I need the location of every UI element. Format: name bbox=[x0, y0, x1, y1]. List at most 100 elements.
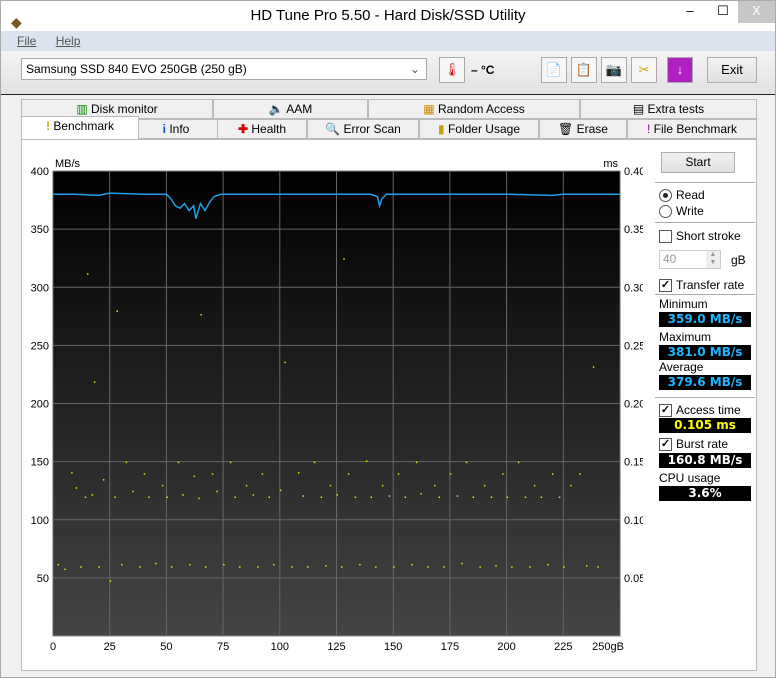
access-time-point bbox=[370, 496, 373, 498]
app-icon: ◆ bbox=[11, 14, 22, 30]
minimum-value: 359.0 MB/s bbox=[659, 312, 751, 327]
access-time-point bbox=[359, 563, 361, 566]
y-right-axis-label: ms bbox=[603, 158, 618, 170]
tab-label: Disk monitor bbox=[91, 102, 158, 116]
tab-erase[interactable]: 🗑 Erase bbox=[539, 119, 627, 139]
exit-button[interactable]: Exit bbox=[707, 57, 757, 83]
short-stroke-label: Short stroke bbox=[676, 229, 741, 243]
access-time-point bbox=[483, 484, 486, 487]
access-time-point bbox=[404, 496, 407, 498]
spinner-icon[interactable]: ▲ ▼ bbox=[706, 251, 720, 268]
access-time-point bbox=[182, 494, 184, 496]
access-time-checkbox[interactable]: ✓ Access time bbox=[659, 403, 741, 417]
y-right-tick-label: 0.10 bbox=[624, 515, 643, 527]
access-time-point bbox=[193, 475, 196, 478]
access-time-point bbox=[91, 494, 94, 496]
y-left-tick-label: 400 bbox=[31, 166, 49, 178]
access-time-point bbox=[329, 484, 332, 487]
menu-help[interactable]: Help bbox=[56, 34, 81, 48]
x-tick-label: 125 bbox=[327, 641, 345, 653]
camera-icon[interactable]: 📷 bbox=[601, 57, 627, 83]
tab-label: Folder Usage bbox=[447, 122, 520, 136]
title-bar: ◆ HD Tune Pro 5.50 - Hard Disk/SSD Utili… bbox=[1, 1, 775, 31]
temperature-icon[interactable]: 🌡 bbox=[439, 57, 465, 83]
access-time-point bbox=[502, 473, 504, 475]
transfer-rate-checkbox[interactable]: ✓ Transfer rate bbox=[659, 278, 744, 292]
divider bbox=[655, 397, 755, 398]
read-radio[interactable]: Read bbox=[659, 188, 705, 202]
access-time-point bbox=[177, 461, 180, 464]
access-time-point bbox=[325, 565, 327, 567]
save-download-icon[interactable]: ↓ bbox=[667, 57, 693, 83]
access-time-point bbox=[517, 461, 520, 464]
tab-aam[interactable]: 🔈 AAM bbox=[213, 99, 368, 119]
access-time-point bbox=[161, 484, 164, 487]
tab-label: AAM bbox=[286, 102, 313, 116]
drive-select[interactable]: Samsung SSD 840 EVO 250GB (250 gB) ⌄ bbox=[21, 58, 427, 80]
tab-health[interactable]: ✚ Health bbox=[217, 119, 307, 139]
access-time-point bbox=[75, 487, 78, 489]
tab-error-scan[interactable]: 🔍 Error Scan bbox=[307, 119, 419, 139]
access-time-point bbox=[495, 565, 497, 567]
write-label: Write bbox=[676, 204, 704, 218]
access-time-point bbox=[490, 496, 493, 498]
divider bbox=[655, 182, 755, 183]
access-time-point bbox=[238, 566, 241, 568]
access-time-point bbox=[592, 366, 595, 368]
copy-info-icon[interactable]: 📄 bbox=[541, 57, 567, 83]
access-time-point bbox=[551, 473, 554, 475]
checkbox-checked: ✓ bbox=[659, 437, 672, 451]
access-time-point bbox=[411, 563, 413, 566]
tab-file-benchmark[interactable]: ! File Benchmark bbox=[627, 119, 757, 139]
access-time-point bbox=[354, 496, 357, 498]
short-stroke-input[interactable]: 40 ▲ ▼ bbox=[659, 250, 721, 269]
y-right-tick-label: 0.30 bbox=[624, 282, 643, 294]
start-button[interactable]: Start bbox=[661, 152, 735, 173]
tab-folder-usage[interactable]: ▮ Folder Usage bbox=[419, 119, 539, 139]
y-left-axis-label: MB/s bbox=[55, 158, 81, 170]
write-radio[interactable]: Write bbox=[659, 204, 704, 218]
access-time-point bbox=[198, 497, 200, 500]
access-time-point bbox=[540, 496, 543, 498]
stroke-unit: gB bbox=[731, 253, 746, 267]
access-time-point bbox=[393, 566, 395, 568]
close-button[interactable]: X bbox=[738, 1, 775, 23]
read-label: Read bbox=[676, 188, 705, 202]
access-time-point bbox=[125, 461, 128, 464]
y-left-tick-label: 150 bbox=[31, 457, 49, 469]
access-time-point bbox=[87, 273, 89, 275]
options-icon[interactable]: ✂ bbox=[631, 57, 657, 83]
access-time-value: 0.105 ms bbox=[659, 418, 751, 433]
copy-screenshot-icon[interactable]: 📋 bbox=[571, 57, 597, 83]
tab-random-access[interactable]: ▦ Random Access bbox=[368, 99, 580, 119]
y-left-tick-label: 300 bbox=[31, 282, 49, 294]
maximize-button[interactable]: ☐ bbox=[708, 1, 738, 23]
minimize-button[interactable]: – bbox=[675, 1, 705, 23]
tab-benchmark[interactable]: ! Benchmark bbox=[21, 116, 139, 139]
access-time-point bbox=[533, 484, 536, 487]
access-time-point bbox=[216, 490, 218, 493]
access-time-point bbox=[166, 496, 168, 498]
access-time-point bbox=[427, 566, 429, 568]
short-stroke-checkbox[interactable]: Short stroke bbox=[659, 229, 741, 243]
access-time-point bbox=[64, 568, 66, 571]
access-time-point bbox=[465, 461, 468, 464]
average-value: 379.6 MB/s bbox=[659, 375, 751, 390]
access-time-point bbox=[585, 565, 588, 567]
x-tick-label: 225 bbox=[554, 641, 572, 653]
access-time-point bbox=[98, 566, 100, 568]
tab-label: File Benchmark bbox=[653, 122, 738, 136]
access-time-point bbox=[71, 472, 73, 474]
access-time-point bbox=[472, 496, 475, 498]
x-tick-label: 200 bbox=[497, 641, 515, 653]
tab-label: Benchmark bbox=[53, 119, 115, 133]
access-time-point bbox=[506, 496, 509, 498]
access-time-point bbox=[252, 494, 255, 496]
radio-selected bbox=[659, 188, 672, 202]
drive-select-value: Samsung SSD 840 EVO 250GB (250 gB) bbox=[26, 62, 247, 76]
tab-extra-tests[interactable]: ▤ Extra tests bbox=[580, 99, 757, 119]
access-time-point bbox=[143, 473, 146, 475]
access-time-point bbox=[223, 563, 225, 566]
burst-rate-checkbox[interactable]: ✓ Burst rate bbox=[659, 437, 728, 451]
access-time-point bbox=[343, 258, 345, 260]
